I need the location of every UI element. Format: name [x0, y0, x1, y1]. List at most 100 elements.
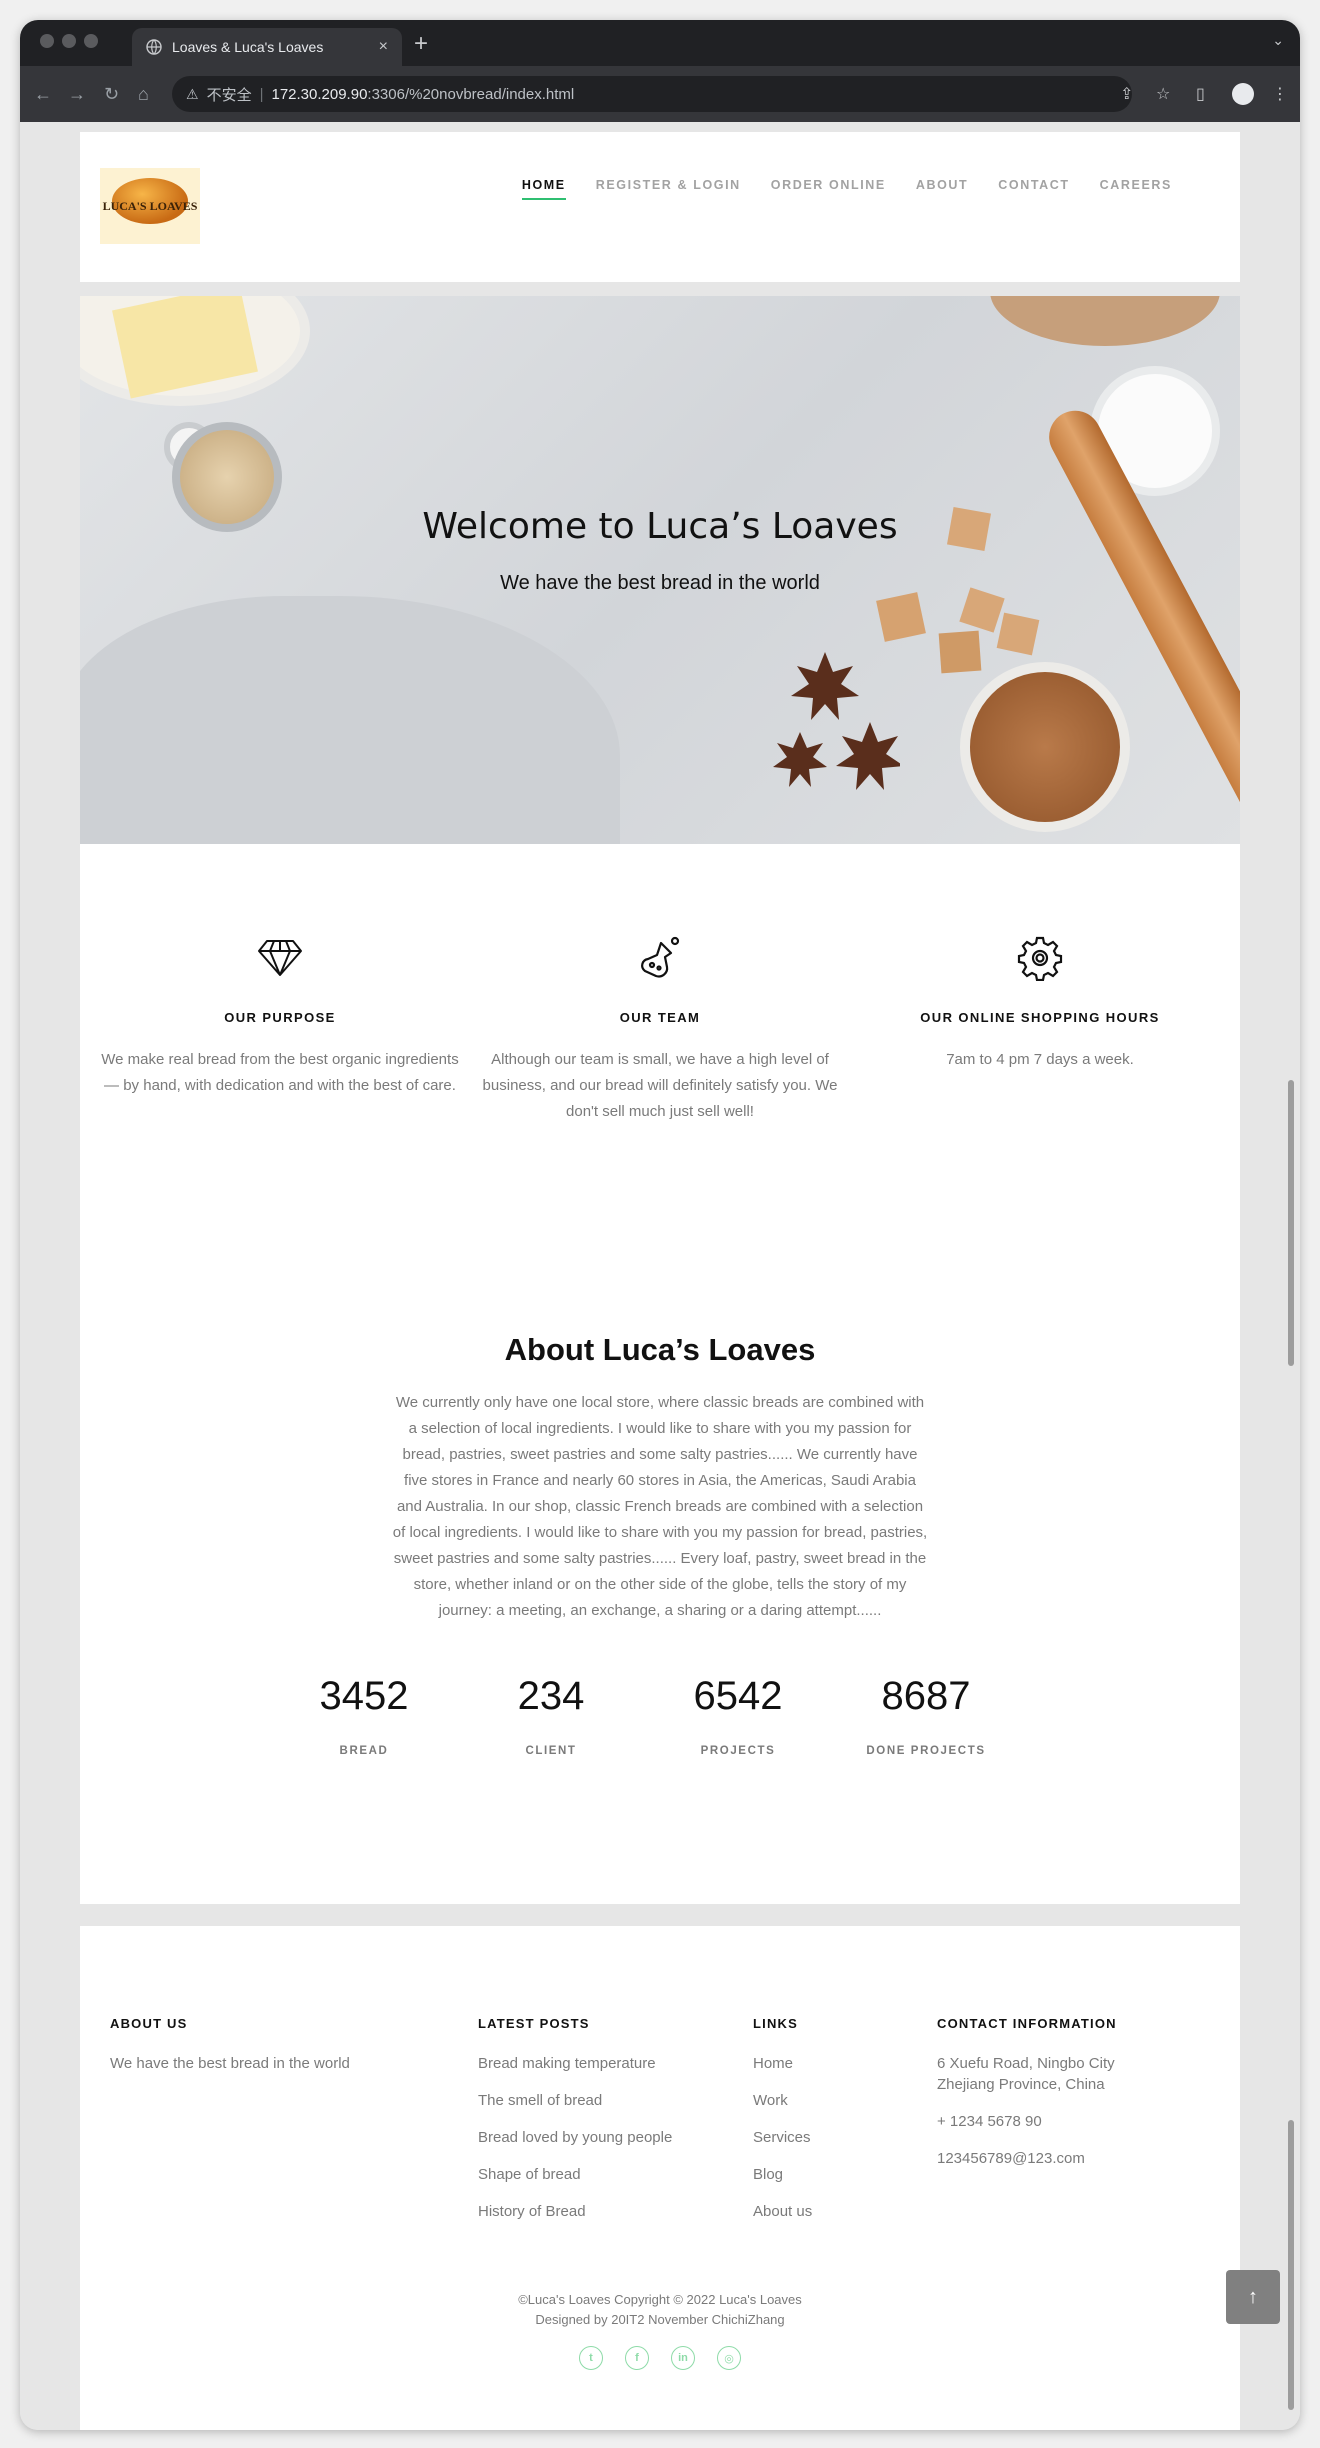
warning-icon[interactable]: ⚠: [186, 86, 199, 103]
nav-about[interactable]: ABOUT: [916, 178, 968, 200]
footer-latest-posts: LATEST POSTS Bread making temperature Th…: [478, 2016, 738, 2222]
linkedin-icon[interactable]: in: [671, 2346, 695, 2370]
nav-register-login[interactable]: REGISTER & LOGIN: [596, 178, 741, 200]
feature-title: OUR ONLINE SHOPPING HOURS: [920, 1010, 1160, 1025]
footer-link-about[interactable]: About us: [753, 2201, 903, 2222]
flask-icon: [641, 936, 680, 978]
footer-links: LINKS Home Work Services Blog About us: [753, 2016, 903, 2222]
home-icon[interactable]: ⌂: [138, 84, 149, 105]
copyright: ©Luca's Loaves Copyright © 2022 Luca's L…: [80, 2290, 1240, 2330]
globe-icon: [146, 39, 162, 55]
designer-credit: Designed by 20IT2 November ChichiZhang: [535, 2312, 785, 2327]
post-link[interactable]: Bread making temperature: [478, 2053, 738, 2074]
close-window-dot[interactable]: [40, 34, 54, 48]
back-arrow-icon[interactable]: ←: [34, 84, 52, 105]
bookmark-star-icon[interactable]: ☆: [1156, 84, 1170, 104]
url-host: 172.30.209.90: [271, 85, 368, 103]
sugar-cube-image: [938, 630, 982, 674]
stat-value: 234: [517, 1674, 585, 1718]
feature-purpose: OUR PURPOSE We make real bread from the …: [100, 934, 460, 1099]
tab-search-icon[interactable]: ⌄: [1272, 32, 1284, 49]
tab-bar: Loaves & Luca's Loaves × + ⌄: [20, 20, 1300, 66]
site-logo[interactable]: LUCA'S LOAVES: [100, 168, 200, 244]
tab-close-icon[interactable]: ×: [379, 38, 388, 56]
feature-text: We make real bread from the best organic…: [101, 1051, 459, 1094]
maximize-window-dot[interactable]: [84, 34, 98, 48]
stat-client: 234 CLIENT: [471, 1674, 631, 1757]
back-to-top-button[interactable]: ↑: [1226, 2270, 1280, 2324]
diamond-icon: [258, 940, 302, 976]
about-text: We currently only have one local store, …: [392, 1394, 928, 1619]
kebab-menu-icon[interactable]: ⋮: [1272, 84, 1288, 104]
dribbble-icon[interactable]: ◎: [717, 2346, 741, 2370]
feature-text: Although our team is small, we have a hi…: [482, 1051, 838, 1120]
url-separator: |: [259, 85, 264, 103]
about-title: About Luca’s Loaves: [504, 1332, 816, 1367]
forward-arrow-icon[interactable]: →: [68, 84, 86, 105]
sugar-cube-image: [996, 612, 1040, 656]
nav-order-online[interactable]: ORDER ONLINE: [771, 178, 886, 200]
stat-done-projects: 8687 DONE PROJECTS: [846, 1674, 1006, 1757]
post-link[interactable]: Shape of bread: [478, 2164, 738, 2185]
footer-heading: ABOUT US: [110, 2016, 188, 2031]
reload-icon[interactable]: ↻: [104, 84, 119, 105]
footer-heading: LINKS: [753, 2016, 798, 2031]
secondary-scrollbar-thumb[interactable]: [1288, 2120, 1294, 2410]
page-viewport: LUCA'S LOAVES HOME REGISTER & LOGIN ORDE…: [20, 122, 1300, 2430]
stat-value: 3452: [319, 1674, 409, 1718]
tab-title: Loaves & Luca's Loaves: [172, 39, 324, 55]
linen-cloth-image: [80, 596, 620, 844]
stat-projects: 6542 PROJECTS: [658, 1674, 818, 1757]
url-path: :3306/%20novbread/index.html: [367, 85, 575, 103]
footer-link-services[interactable]: Services: [753, 2127, 903, 2148]
feature-team: OUR TEAM Although our team is small, we …: [480, 934, 840, 1125]
nav-contact[interactable]: CONTACT: [998, 178, 1069, 200]
sugar-cube-image: [876, 592, 926, 642]
feature-text: 7am to 4 pm 7 days a week.: [946, 1051, 1134, 1068]
stat-label: DONE PROJECTS: [866, 1745, 986, 1757]
security-label[interactable]: 不安全: [207, 84, 252, 105]
page-scrollbar-thumb[interactable]: [1288, 1080, 1294, 1366]
address-bar[interactable]: ⚠ 不安全 | 172.30.209.90 :3306/%20novbread/…: [172, 76, 1132, 112]
stat-label: CLIENT: [525, 1745, 577, 1757]
side-panel-icon[interactable]: ▯: [1196, 84, 1205, 104]
footer-link-blog[interactable]: Blog: [753, 2164, 903, 2185]
main-content: OUR PURPOSE We make real bread from the …: [80, 844, 1240, 1904]
post-link[interactable]: The smell of bread: [478, 2090, 738, 2111]
contact-address: 6 Xuefu Road, Ningbo City Zhejiang Provi…: [937, 2055, 1115, 2093]
browser-toolbar: ← → ↻ ⌂ ⚠ 不安全 | 172.30.209.90 :3306/%20n…: [20, 66, 1300, 122]
footer-about: ABOUT US We have the best bread in the w…: [110, 2016, 410, 2074]
post-link[interactable]: Bread loved by young people: [478, 2127, 738, 2148]
star-anise-image: [773, 652, 900, 790]
site-header: LUCA'S LOAVES HOME REGISTER & LOGIN ORDE…: [80, 132, 1240, 282]
footer-link-work[interactable]: Work: [753, 2090, 903, 2111]
nav-careers[interactable]: CAREERS: [1100, 178, 1172, 200]
stat-label: PROJECTS: [700, 1745, 776, 1757]
stat-value: 8687: [881, 1674, 971, 1718]
footer-about-text: We have the best bread in the world: [110, 2055, 350, 2072]
feature-hours: OUR ONLINE SHOPPING HOURS 7am to 4 pm 7 …: [860, 934, 1220, 1073]
stat-label: BREAD: [339, 1745, 389, 1757]
hero-banner: Welcome to Luca’s Loaves We have the bes…: [80, 296, 1240, 844]
new-tab-button[interactable]: +: [414, 30, 428, 58]
feature-title: OUR PURPOSE: [224, 1010, 336, 1025]
post-link[interactable]: History of Bread: [478, 2201, 738, 2222]
facebook-icon[interactable]: f: [625, 2346, 649, 2370]
contact-email[interactable]: 123456789@123.com: [937, 2148, 1147, 2169]
browser-window: Loaves & Luca's Loaves × + ⌄ ← → ↻ ⌂ ⚠ 不…: [20, 20, 1300, 2430]
contact-phone: + 1234 5678 90: [937, 2113, 1042, 2130]
share-icon[interactable]: ⇪: [1120, 84, 1133, 104]
feature-title: OUR TEAM: [619, 1010, 701, 1025]
browser-tab[interactable]: Loaves & Luca's Loaves ×: [132, 28, 402, 66]
minimize-window-dot[interactable]: [62, 34, 76, 48]
site-footer: ABOUT US We have the best bread in the w…: [80, 1926, 1240, 2430]
gear-icon: [1017, 936, 1063, 981]
hero-subtitle: We have the best bread in the world: [500, 572, 820, 594]
brown-sugar-bowl-image: [960, 662, 1130, 832]
nav-home[interactable]: HOME: [521, 178, 566, 200]
footer-link-home[interactable]: Home: [753, 2053, 903, 2074]
footer-heading: LATEST POSTS: [478, 2016, 590, 2031]
profile-avatar[interactable]: [1232, 83, 1254, 105]
copyright-line: ©Luca's Loaves Copyright © 2022 Luca's L…: [518, 2292, 802, 2307]
twitter-icon[interactable]: t: [579, 2346, 603, 2370]
